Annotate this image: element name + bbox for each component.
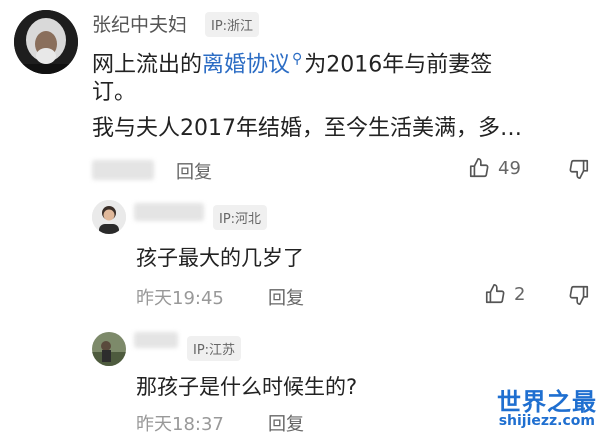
comment-text-line-3[interactable]: 我与夫人2017年结婚，至今生活美满，多… (92, 113, 522, 144)
search-link[interactable]: 离婚协议 (202, 52, 290, 77)
author-avatar[interactable] (14, 10, 78, 74)
watermark-url: shijiezz.com (498, 413, 595, 429)
dislike-button[interactable] (568, 284, 590, 306)
reply-text: 那孩子是什么时候生的? (136, 375, 358, 399)
author-name[interactable]: 张纪中夫妇 (92, 10, 187, 37)
reply-text: 孩子最大的几岁了 (136, 246, 304, 270)
search-icon[interactable]: ⚲ (292, 51, 302, 67)
reply-timestamp: 昨天18:37 (136, 414, 224, 435)
thumbs-up-icon (484, 283, 506, 305)
like-count: 2 (514, 283, 526, 305)
thumbs-down-icon (568, 284, 590, 306)
reply-avatar[interactable] (92, 200, 126, 234)
ip-location-tag: IP:河北 (213, 205, 268, 230)
comment-text-after-link: 为2016年与前妻签 (304, 52, 493, 78)
reply-button[interactable]: 回复 (268, 284, 304, 310)
reply-button[interactable]: 回复 (176, 158, 212, 184)
like-count: 49 (498, 157, 521, 179)
reply-timestamp: 昨天19:45 (136, 288, 224, 309)
like-button[interactable]: 49 (468, 157, 521, 179)
reply-button[interactable]: 回复 (268, 410, 304, 436)
blurred-username (134, 332, 178, 348)
thumbs-up-icon (468, 157, 490, 179)
blurred-timestamp (92, 160, 154, 180)
ip-location-tag: IP:浙江 (205, 12, 260, 37)
ip-location-tag: IP:江苏 (187, 336, 242, 361)
like-button[interactable]: 2 (484, 283, 525, 305)
dislike-button[interactable] (568, 158, 590, 180)
reply-avatar[interactable] (92, 332, 126, 366)
comment-text-line-1: 网上流出的离婚协议 ⚲为2016年与前妻签 (92, 44, 492, 80)
comment-text-before-link: 网上流出的 (92, 52, 203, 78)
watermark-logo: 世界之最 (497, 388, 597, 416)
thumbs-down-icon (568, 158, 590, 180)
blurred-username (134, 203, 204, 221)
comment-text-line-2: 订。 (92, 80, 137, 105)
